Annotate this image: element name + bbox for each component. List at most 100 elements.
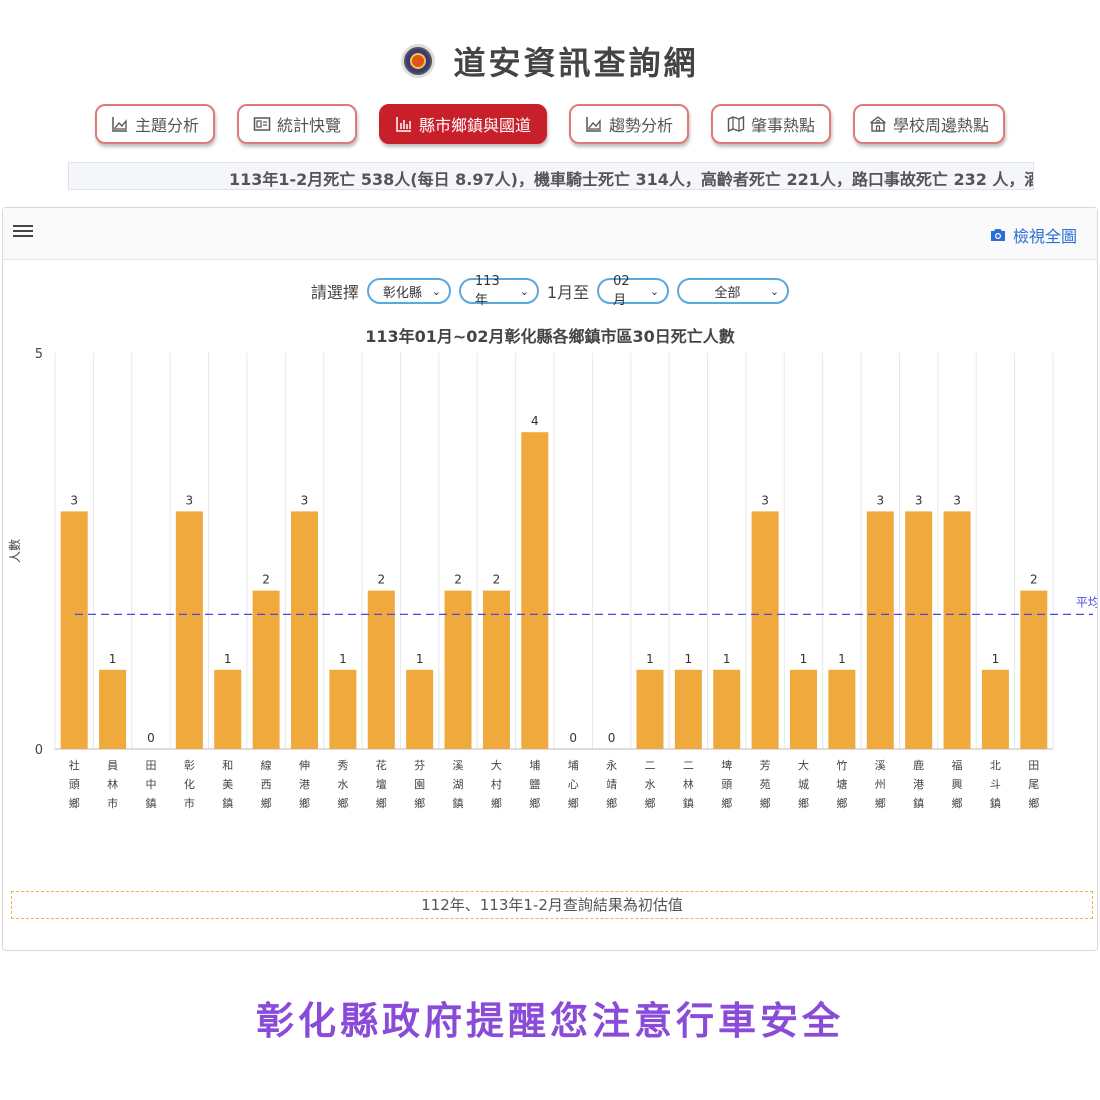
bar [713, 669, 741, 749]
nav-topic-analysis-button[interactable]: 主題分析 [94, 104, 215, 144]
data-label: 0 [569, 731, 577, 745]
data-label: 0 [608, 731, 616, 745]
hamburger-menu-icon[interactable] [13, 222, 33, 242]
data-label: 1 [838, 652, 846, 666]
data-label: 3 [301, 493, 309, 507]
nav-school-hotspot-button[interactable]: 學校周邊熱點 [853, 104, 1006, 144]
x-tick-label: 埔鹽鄉 [529, 759, 540, 810]
chevron-down-icon: ⌄ [649, 284, 660, 298]
chevron-down-icon: ⌄ [519, 284, 529, 298]
bar [943, 511, 971, 749]
bar [99, 669, 127, 749]
filter-label: 請選擇 [310, 283, 359, 302]
estimate-footnote: 112年、113年1-2月查詢結果為初估值 [11, 891, 1093, 919]
x-tick-label: 社頭鄉 [69, 758, 80, 810]
y-axis-label: 人數 [8, 539, 22, 563]
nav-label: 縣市鄉鎮與國道 [418, 116, 531, 135]
bar [828, 669, 856, 749]
county-select[interactable]: 彰化縣 ⌄ [366, 278, 451, 304]
x-tick-label: 田中鎮 [145, 759, 156, 810]
x-tick-label: 大村鄉 [491, 758, 502, 810]
x-tick-label: 埤頭鄉 [721, 759, 732, 810]
filter-bar: 請選擇 彰化縣 ⌄ 113年 ⌄ 1月至 02月 ⌄ 全部 ⌄ [3, 274, 1097, 308]
panel-toolbar: 檢視全圖 [3, 208, 1097, 260]
ticker-text: 113年1-2月死亡 538人(每日 8.97人)，機車騎士死亡 314人，高齡… [229, 170, 1034, 189]
stats-card-icon [253, 117, 271, 131]
x-tick-label: 芬園鄉 [414, 759, 425, 810]
category-value: 全部 [714, 285, 741, 301]
nav-trend-analysis-button[interactable]: 趨勢分析 [569, 104, 690, 144]
bar [521, 432, 549, 749]
data-label: 3 [761, 493, 769, 507]
x-tick-label: 二水鄉 [644, 759, 655, 810]
nav-label: 趨勢分析 [609, 116, 674, 135]
y-tick-label: 0 [35, 743, 43, 758]
bar [905, 511, 933, 749]
data-label: 2 [262, 573, 270, 587]
x-tick-label: 二林鎮 [683, 759, 694, 810]
data-label: 3 [70, 493, 78, 507]
site-header: 道安資訊查詢網 [0, 38, 1100, 84]
view-full-chart-button[interactable]: 檢視全圖 [989, 223, 1077, 247]
bar [406, 669, 434, 749]
bar [636, 669, 664, 749]
year-select[interactable]: 113年 ⌄ [458, 274, 539, 308]
x-tick-label: 竹塘鄉 [836, 758, 847, 810]
x-tick-label: 芳苑鄉 [760, 758, 771, 810]
data-label: 2 [377, 573, 385, 587]
data-label: 1 [992, 652, 1000, 666]
area-chart-icon [112, 117, 127, 132]
nav-accident-hotspot-button[interactable]: 肇事熱點 [711, 104, 832, 144]
chevron-down-icon: ⌄ [431, 284, 441, 298]
bar [981, 669, 1009, 749]
month-select[interactable]: 02月 ⌄ [597, 274, 670, 308]
bar [751, 511, 779, 749]
bar [790, 669, 817, 749]
data-label: 1 [800, 652, 808, 666]
data-label: 0 [147, 731, 155, 745]
bar [674, 669, 702, 749]
data-label: 4 [531, 414, 539, 428]
main-nav: 主題分析 統計快覽 縣市鄉鎮與國道 趨勢分析 肇事熱點 學校周邊熱點 [0, 104, 1100, 144]
data-label: 1 [646, 652, 654, 666]
x-tick-label: 永靖鄉 [606, 758, 617, 810]
police-logo-icon [401, 44, 436, 78]
bar [214, 669, 242, 749]
camera-icon [990, 229, 1005, 241]
month-value: 02月 [613, 274, 630, 308]
bar [329, 669, 357, 749]
site-title: 道安資訊查詢網 [453, 44, 699, 82]
category-select[interactable]: 全部 ⌄ [677, 278, 790, 304]
nav-label: 主題分析 [134, 116, 199, 135]
x-tick-label: 田尾鄉 [1028, 759, 1039, 810]
x-tick-label: 埔心鄉 [568, 759, 579, 810]
nav-stats-overview-button[interactable]: 統計快覽 [236, 104, 357, 144]
data-label: 1 [339, 652, 347, 666]
data-label: 3 [186, 493, 194, 507]
nav-label: 肇事熱點 [751, 116, 816, 135]
bar [291, 511, 318, 749]
data-label: 2 [1030, 573, 1038, 587]
year-value: 113年 [474, 274, 500, 308]
x-tick-label: 溪州鄉 [875, 759, 886, 810]
x-tick-label: 鹿港鎮 [913, 758, 924, 810]
map-icon [727, 115, 745, 133]
data-label: 1 [109, 652, 117, 666]
x-tick-label: 伸港鄉 [299, 759, 310, 810]
month-from-label: 1月至 [546, 283, 590, 302]
news-ticker: 113年1-2月死亡 538人(每日 8.97人)，機車騎士死亡 314人，高齡… [68, 162, 1034, 190]
bar-chart: 0 5 人數 3 社頭鄉 1 員林市 0 田中鎮 3 彰化市 1 和美鎮 2 線西鄉 3 伸港鄉 1 秀水鄉 2 花壇鄉… [8, 347, 1097, 810]
x-tick-label: 員林市 [107, 759, 118, 810]
x-tick-label: 福興鄉 [952, 758, 963, 810]
nav-label: 統計快覽 [276, 116, 341, 135]
nav-county-township-button[interactable]: 縣市鄉鎮與國道 [378, 104, 547, 144]
bar [866, 511, 894, 749]
data-label: 1 [723, 652, 731, 666]
county-value: 彰化縣 [382, 285, 422, 301]
data-label: 3 [915, 493, 923, 507]
x-tick-label: 花壇鄉 [376, 759, 387, 810]
x-tick-label: 和美鎮 [222, 759, 233, 810]
x-tick-label: 彰化市 [184, 758, 195, 810]
data-label: 1 [416, 652, 424, 666]
data-label: 3 [953, 493, 961, 507]
